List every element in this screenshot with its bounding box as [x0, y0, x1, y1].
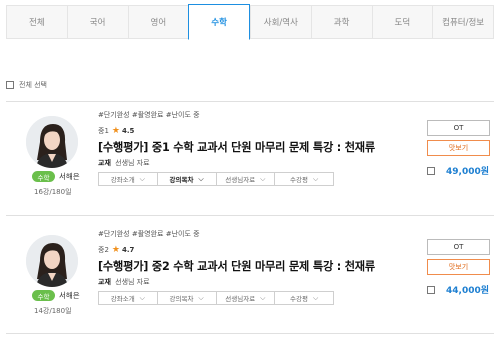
price-row: 44,000원: [427, 283, 489, 296]
chevron-down-icon: ⌵: [260, 174, 266, 183]
grade-label: 중2: [98, 246, 109, 254]
tab-english[interactable]: 영어: [127, 5, 189, 39]
course-card: 수학 서해은 16강/180일 #단기완성 #촬영완료 #난이도 중 중1 ★ …: [6, 110, 494, 220]
material-label: 교재: [98, 159, 111, 167]
tab-social-history[interactable]: 사회/역사: [250, 5, 311, 39]
ot-button[interactable]: OT: [427, 120, 490, 136]
subtab-contents[interactable]: 강의목차 ⌵: [158, 173, 217, 185]
preview-button[interactable]: 맛보기: [427, 140, 490, 156]
subtab-reviews[interactable]: 수강평 ⌵: [275, 292, 333, 304]
rating-value: 4.7: [121, 246, 135, 254]
teacher-photo-icon: [26, 116, 78, 168]
chevron-down-icon: ⌵: [198, 293, 204, 302]
teacher-avatar: [26, 235, 78, 287]
course-tags: #단기완성 #촬영완료 #난이도 중: [98, 230, 200, 238]
tab-all[interactable]: 전체: [6, 5, 67, 39]
subtab-reviews[interactable]: 수강평 ⌵: [275, 173, 333, 185]
course-card: 수학 서해은 14강/180일 #단기완성 #촬영완료 #난이도 중 중2 ★ …: [6, 229, 494, 339]
subtab-intro[interactable]: 강좌소개 ⌵: [99, 292, 158, 304]
price-row: 49,000원: [427, 164, 489, 177]
teacher-avatar: [26, 116, 78, 168]
course-title[interactable]: [수행평가] 중1 수학 교과서 단원 마무리 문제 특강 : 천재류: [98, 139, 375, 155]
course-price: 49,000원: [446, 167, 490, 177]
course-select-checkbox[interactable]: [427, 166, 435, 175]
subtab-contents[interactable]: 강의목차 ⌵: [158, 292, 217, 304]
tab-math[interactable]: 수학: [188, 4, 250, 40]
material-info: 교재 선생님 자료: [98, 277, 150, 287]
select-all-label: 전체 선택: [19, 81, 47, 89]
subtab-materials[interactable]: 선생님자료 ⌵: [217, 173, 276, 185]
select-all[interactable]: 전체 선택: [6, 80, 47, 90]
preview-button[interactable]: 맛보기: [427, 259, 490, 275]
course-price: 44,000원: [446, 286, 490, 296]
subtab-intro[interactable]: 강좌소개 ⌵: [99, 173, 158, 185]
lecture-count: 14강/180일: [34, 307, 72, 315]
grade-rating: 중1 ★ 4.5: [98, 126, 134, 136]
star-icon: ★: [111, 244, 120, 255]
chevron-down-icon: ⌵: [139, 174, 145, 183]
material-label: 교재: [98, 278, 111, 286]
chevron-down-icon: ⌵: [260, 293, 266, 302]
ot-button[interactable]: OT: [427, 239, 490, 255]
course-subtabs: 강좌소개 ⌵ 강의목차 ⌵ 선생님자료 ⌵ 수강평 ⌵: [98, 291, 334, 305]
tab-science[interactable]: 과학: [310, 5, 372, 39]
subject-badge: 수학: [32, 171, 55, 182]
teacher-name[interactable]: 서해은: [59, 290, 80, 301]
chevron-down-icon: ⌵: [312, 293, 319, 302]
tab-computer[interactable]: 컴퓨터/정보: [432, 5, 494, 39]
chevron-down-icon: ⌵: [312, 174, 319, 183]
star-icon: ★: [111, 125, 120, 136]
divider: [6, 101, 494, 102]
tab-korean[interactable]: 국어: [66, 5, 128, 39]
course-subtabs: 강좌소개 ⌵ 강의목차 ⌵ 선생님자료 ⌵ 수강평 ⌵: [98, 172, 334, 186]
material-info: 교재 선생님 자료: [98, 158, 150, 168]
rating-value: 4.5: [121, 127, 135, 135]
teacher-name[interactable]: 서해은: [59, 171, 80, 182]
course-select-checkbox[interactable]: [427, 285, 435, 294]
category-tabs: 전체 국어 영어 수학 사회/역사 과학 도덕 컴퓨터/정보: [6, 4, 494, 40]
divider: [6, 333, 494, 334]
material-value: 선생님 자료: [115, 278, 150, 286]
course-title[interactable]: [수행평가] 중2 수학 교과서 단원 마무리 문제 특강 : 천재류: [98, 258, 375, 274]
chevron-down-icon: ⌵: [198, 174, 204, 183]
grade-label: 중1: [98, 127, 109, 135]
grade-rating: 중2 ★ 4.7: [98, 245, 134, 255]
subtab-materials[interactable]: 선생님자료 ⌵: [217, 292, 276, 304]
teacher-photo-icon: [26, 235, 78, 287]
course-tags: #단기완성 #촬영완료 #난이도 중: [98, 111, 200, 119]
lecture-count: 16강/180일: [34, 188, 72, 196]
chevron-down-icon: ⌵: [139, 293, 145, 302]
material-value: 선생님 자료: [115, 159, 150, 167]
tab-ethics[interactable]: 도덕: [371, 5, 433, 39]
subject-badge: 수학: [32, 290, 55, 301]
divider: [6, 215, 494, 216]
select-all-checkbox[interactable]: [6, 81, 14, 89]
